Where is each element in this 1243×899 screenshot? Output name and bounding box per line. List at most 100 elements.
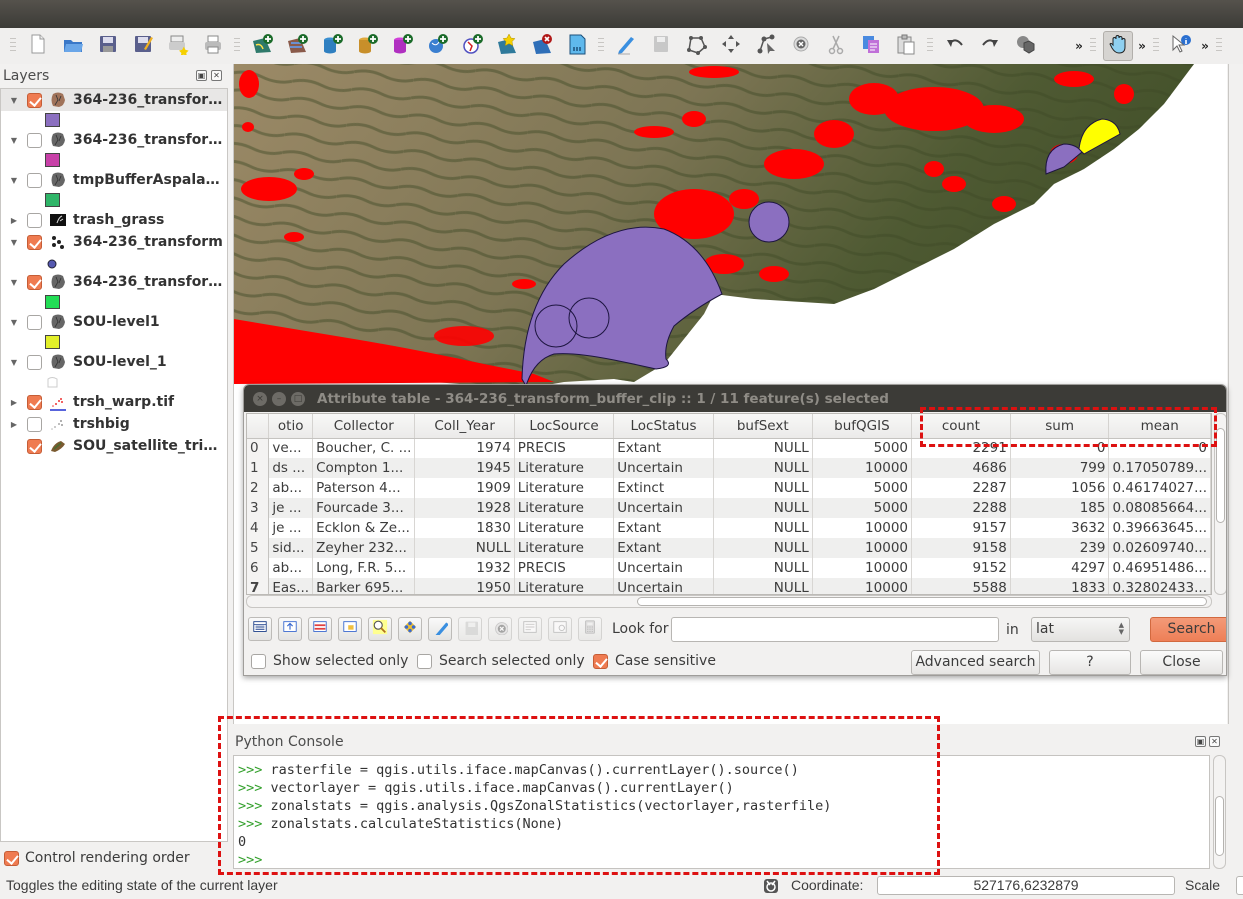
table-cell[interactable]: NULL <box>713 558 813 578</box>
column-header[interactable]: LocStatus <box>613 414 714 439</box>
pan-to-selected-button[interactable] <box>338 617 362 641</box>
column-header[interactable]: Coll_Year <box>414 414 515 439</box>
column-header[interactable]: Collector <box>312 414 416 439</box>
row-header[interactable]: 2 <box>247 478 270 498</box>
symbol-swatch[interactable] <box>45 193 60 207</box>
float-console-button[interactable]: ▣ <box>1195 736 1206 747</box>
add-mssql-layer-button[interactable] <box>387 31 417 61</box>
table-cell[interactable]: 0.46174027... <box>1108 478 1211 498</box>
layer-item[interactable]: ▼ 364-236_transform <box>1 231 227 253</box>
column-header[interactable]: sum <box>1010 414 1110 439</box>
layer-item[interactable]: ▶ trsh_warp.tif <box>1 391 227 413</box>
table-cell[interactable]: 1056 <box>1010 478 1110 498</box>
table-cell[interactable]: Extant <box>613 538 714 558</box>
composer-manager-button[interactable] <box>198 31 228 61</box>
toolbar-grip[interactable] <box>1216 38 1222 54</box>
attribute-table-grid[interactable]: otio Collector Coll_Year LocSource LocStatus… <box>246 413 1212 595</box>
table-cell[interactable]: sid... <box>268 538 314 558</box>
save-edits-button[interactable] <box>458 617 482 641</box>
symbol-swatch[interactable] <box>45 335 60 349</box>
control-rendering-order-checkbox[interactable]: Control rendering order <box>4 850 190 866</box>
toggle-editing-button[interactable] <box>611 31 641 61</box>
symbol-swatch[interactable] <box>45 255 60 269</box>
identify-features-button[interactable] <box>1166 31 1196 61</box>
show-selected-only-checkbox[interactable]: Show selected only <box>251 653 408 669</box>
symbol-swatch[interactable] <box>45 375 60 389</box>
table-cell[interactable]: 10000 <box>812 458 913 478</box>
collapse-arrow-icon[interactable]: ▼ <box>9 238 19 247</box>
node-tool-button[interactable] <box>751 31 781 61</box>
table-row[interactable]: 0 ve... Boucher, C. ... 1974 PRECIS Extant NUL… <box>247 438 1211 458</box>
help-button[interactable]: ? <box>1049 650 1131 675</box>
zoom-to-selected-button[interactable] <box>368 617 392 641</box>
table-cell[interactable]: Fourcade 3... <box>312 498 416 518</box>
table-cell[interactable]: PRECIS <box>514 438 615 458</box>
table-cell[interactable]: 10000 <box>812 538 913 558</box>
row-header[interactable]: 5 <box>247 538 270 558</box>
layer-item[interactable]: SOU_satellite_trim... <box>1 435 227 457</box>
table-row[interactable]: 3 je ... Fourcade 3... 1928 Literature Uncert… <box>247 498 1211 518</box>
table-cell[interactable]: 9152 <box>911 558 1011 578</box>
merge-features-button[interactable] <box>1010 31 1040 61</box>
new-project-button[interactable] <box>23 31 53 61</box>
table-cell[interactable]: 1833 <box>1010 578 1110 594</box>
toolbar-overflow-button[interactable]: » <box>1072 39 1086 53</box>
layer-item[interactable]: ▼ tmpBufferAspalath... <box>1 169 227 191</box>
toolbar-grip[interactable] <box>234 38 240 54</box>
table-cell[interactable]: NULL <box>713 578 813 594</box>
save-project-as-button[interactable] <box>128 31 158 61</box>
table-row[interactable]: 1 ds ... Compton 1... 1945 Literature Uncerta… <box>247 458 1211 478</box>
column-header[interactable]: otio <box>268 414 314 439</box>
table-cell[interactable]: Literature <box>514 578 615 594</box>
close-console-button[interactable]: ✕ <box>1209 736 1220 747</box>
add-wms-layer-button[interactable] <box>422 31 452 61</box>
table-cell[interactable]: Long, F.R. 5... <box>312 558 416 578</box>
layer-visibility-checkbox[interactable] <box>27 234 42 250</box>
table-cell[interactable]: 4297 <box>1010 558 1110 578</box>
search-button[interactable]: Search <box>1150 617 1226 642</box>
symbol-swatch[interactable] <box>45 153 60 167</box>
table-cell[interactable]: Literature <box>514 498 615 518</box>
console-splitter[interactable] <box>233 724 1227 730</box>
layer-visibility-checkbox[interactable] <box>27 394 42 410</box>
add-vector-layer-button[interactable] <box>247 31 277 61</box>
search-selected-only-checkbox[interactable]: Search selected only <box>417 653 585 669</box>
table-cell[interactable]: 0.02609740... <box>1108 538 1211 558</box>
pan-map-button[interactable] <box>1102 31 1133 61</box>
add-feature-button[interactable] <box>681 31 711 61</box>
table-cell[interactable]: Extant <box>613 438 714 458</box>
layer-item[interactable]: ▼ SOU-level1 <box>1 311 227 333</box>
table-cell[interactable]: NULL <box>713 478 813 498</box>
collapse-arrow-icon[interactable]: ▼ <box>9 136 19 145</box>
scroll-thumb[interactable] <box>1215 796 1224 856</box>
add-raster-layer-button[interactable] <box>282 31 312 61</box>
new-print-composer-button[interactable] <box>163 31 193 61</box>
case-sensitive-checkbox[interactable]: Case sensitive <box>593 653 716 669</box>
advanced-search-button[interactable]: Advanced search <box>911 650 1040 675</box>
layer-visibility-checkbox[interactable] <box>27 438 42 454</box>
new-shapefile-layer-button[interactable] <box>492 31 522 61</box>
close-panel-button[interactable]: ✕ <box>211 70 222 81</box>
toolbar-grip[interactable] <box>1090 38 1096 54</box>
layer-visibility-checkbox[interactable] <box>27 314 42 330</box>
row-header[interactable]: 7 <box>247 578 270 594</box>
delete-selected-button[interactable] <box>488 617 512 641</box>
column-header[interactable]: count <box>911 414 1011 439</box>
table-cell[interactable]: 10000 <box>812 558 913 578</box>
table-cell[interactable]: 1945 <box>414 458 515 478</box>
table-cell[interactable]: 1830 <box>414 518 515 538</box>
copy-features-button[interactable] <box>856 31 886 61</box>
save-edits-button[interactable] <box>646 31 676 61</box>
layer-visibility-checkbox[interactable] <box>27 212 42 228</box>
remove-layer-button[interactable] <box>527 31 557 61</box>
toolbar-grip[interactable] <box>10 38 16 54</box>
undo-button[interactable] <box>940 31 970 61</box>
table-cell[interactable]: PRECIS <box>514 558 615 578</box>
layer-visibility-checkbox[interactable] <box>27 274 42 290</box>
table-cell[interactable]: 1974 <box>414 438 515 458</box>
table-cell[interactable]: 0 <box>1010 438 1110 458</box>
toggle-editing-button[interactable] <box>428 617 452 641</box>
table-cell[interactable]: NULL <box>713 438 813 458</box>
scale-field[interactable] <box>1236 876 1243 895</box>
table-cell[interactable]: Barker 695... <box>312 578 416 594</box>
